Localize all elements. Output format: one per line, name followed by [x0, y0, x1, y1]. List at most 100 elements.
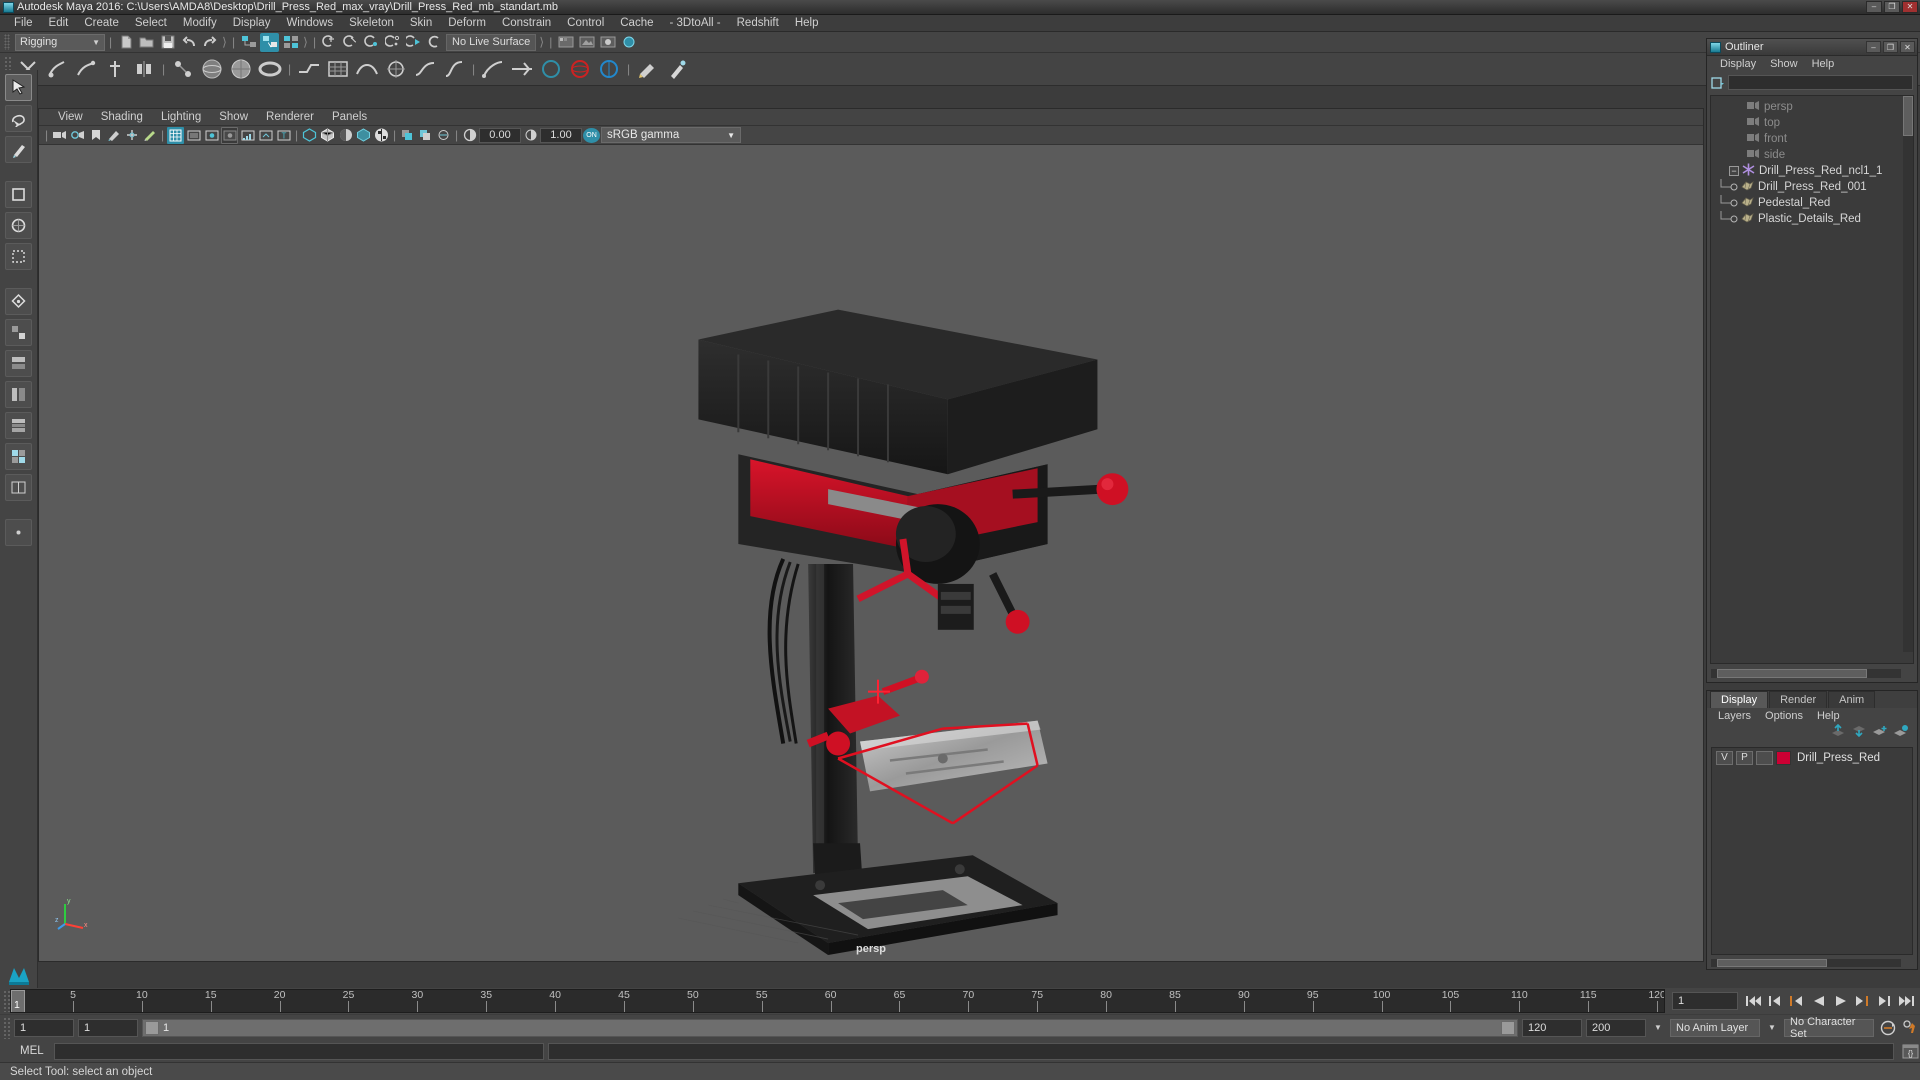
select-object-icon[interactable] [260, 32, 279, 52]
resolution-gate-icon[interactable] [203, 127, 220, 144]
outliner-vertical-scrollbar[interactable] [1903, 96, 1913, 652]
film-gate-icon[interactable] [185, 127, 202, 144]
gamma-value-field[interactable]: 1.00 [540, 127, 582, 143]
mel-command-input[interactable] [54, 1042, 544, 1060]
outliner-search-input[interactable] [1728, 75, 1913, 90]
outliner-close-button[interactable]: ✕ [1900, 41, 1915, 53]
menu-item-control[interactable]: Control [559, 15, 612, 32]
exposure-icon[interactable] [461, 127, 478, 144]
menu-item-create[interactable]: Create [76, 15, 127, 32]
move-layer-down-icon[interactable] [1851, 724, 1867, 741]
animation-start-time-field[interactable]: 1 [14, 1018, 74, 1037]
step-forward-key-icon[interactable] [1853, 992, 1872, 1011]
auto-keyframe-toggle-icon[interactable] [1878, 1018, 1897, 1037]
wireframe-shading-icon[interactable] [301, 127, 318, 144]
gamma-icon[interactable] [522, 127, 539, 144]
layer-menu-help[interactable]: Help [1810, 710, 1847, 722]
layer-list[interactable]: V P Drill_Press_Red [1711, 747, 1913, 955]
range-slider-bar[interactable]: 1 [142, 1018, 1518, 1037]
ik-handle-tool-icon[interactable] [44, 56, 70, 82]
make-live-icon[interactable] [425, 33, 444, 52]
outliner-item-plastic-details-red[interactable]: Plastic_Details_Red [1711, 211, 1913, 227]
outliner-item-pedestal-red[interactable]: Pedestal_Red [1711, 195, 1913, 211]
go-to-start-icon[interactable] [1743, 992, 1762, 1011]
current-frame-field[interactable]: 1 [1672, 992, 1738, 1010]
save-scene-icon[interactable] [158, 33, 177, 52]
time-slider-cursor[interactable]: 1 [11, 990, 25, 1012]
menu-item-display[interactable]: Display [225, 15, 279, 32]
outliner-item-front[interactable]: front [1711, 131, 1913, 147]
exposure-control-icon[interactable] [239, 127, 256, 144]
outliner-item-drill-press-red-ncl1-1[interactable]: − Drill_Press_Red_ncl1_1 [1711, 163, 1913, 179]
layer-hscroll-thumb[interactable] [1717, 959, 1827, 967]
viewport-menu-renderer[interactable]: Renderer [257, 111, 323, 123]
paint-tool-icon[interactable] [664, 56, 690, 82]
menu-item-skin[interactable]: Skin [402, 15, 440, 32]
undo-icon[interactable] [179, 33, 198, 52]
menu-item-deform[interactable]: Deform [440, 15, 494, 32]
close-button[interactable]: ✕ [1902, 1, 1918, 13]
playback-end-time-field[interactable]: 120 [1522, 1018, 1582, 1037]
outliner-menu-help[interactable]: Help [1805, 58, 1842, 70]
menu-item-windows[interactable]: Windows [278, 15, 341, 32]
cluster-deformer-icon[interactable] [296, 56, 322, 82]
blendshape-icon[interactable] [354, 56, 380, 82]
menu-item-cache[interactable]: Cache [612, 15, 661, 32]
go-to-end-icon[interactable] [1897, 992, 1916, 1011]
outliner-menu-show[interactable]: Show [1763, 58, 1805, 70]
outliner-tree[interactable]: persp top front side − Drill_Press_Red_ncl1_1… [1710, 95, 1914, 664]
menu-item-select[interactable]: Select [127, 15, 175, 32]
snap-grid-icon[interactable] [320, 33, 339, 52]
outliner-minimize-button[interactable]: – [1866, 41, 1881, 53]
shadows-icon[interactable] [399, 127, 416, 144]
wrap-deformer-icon[interactable] [383, 56, 409, 82]
layer-playback-toggle[interactable]: P [1736, 750, 1753, 765]
curve-tool-icon[interactable] [480, 56, 506, 82]
hardware-texture-icon[interactable] [355, 127, 372, 144]
statusline-grip[interactable] [4, 34, 10, 50]
select-camera-icon[interactable] [51, 127, 68, 144]
show-manipulator-tool[interactable] [5, 319, 32, 346]
new-scene-icon[interactable] [116, 33, 135, 52]
time-slider-grip[interactable] [3, 990, 10, 1012]
scale-tool[interactable] [5, 243, 32, 270]
mirror-joint-icon[interactable] [131, 56, 157, 82]
viewport-canvas[interactable]: y x z persp [39, 145, 1703, 961]
render-settings-icon[interactable] [598, 33, 617, 52]
ao-icon[interactable] [417, 127, 434, 144]
outliner-item-drill-press-red-001[interactable]: Drill_Press_Red_001 [1711, 179, 1913, 195]
2d-pan-zoom-icon[interactable] [123, 127, 140, 144]
playback-start-time-field[interactable]: 1 [78, 1018, 138, 1037]
character-set-selector[interactable]: No Character Set [1784, 1016, 1874, 1040]
outliner-hscroll-thumb[interactable] [1717, 669, 1867, 678]
insert-joint-tool-icon[interactable] [102, 56, 128, 82]
step-forward-frame-icon[interactable] [1875, 992, 1894, 1011]
script-editor-icon[interactable]: {} [1900, 1042, 1920, 1060]
snap-point-icon[interactable] [362, 33, 381, 52]
paint-weights-icon[interactable] [635, 56, 661, 82]
maximize-button[interactable]: ❐ [1884, 1, 1900, 13]
redo-icon[interactable] [200, 33, 219, 52]
select-tool[interactable] [5, 74, 32, 101]
time-slider-track[interactable]: 1 5 10 15 20 25 30 35 40 45 50 55 60 65 70 75 80 85 90 95 1… [10, 989, 1665, 1013]
layer-tab-render[interactable]: Render [1769, 691, 1828, 708]
snap-curve-icon[interactable] [341, 33, 360, 52]
bind-skin-icon[interactable] [170, 56, 196, 82]
redshift-render-icon[interactable] [619, 33, 638, 52]
animation-end-time-field[interactable]: 200 [1586, 1018, 1646, 1037]
toolbox-grid-1[interactable] [5, 350, 32, 377]
layer-row[interactable]: V P Drill_Press_Red [1712, 748, 1912, 765]
character-set-chevron-icon[interactable]: ▼ [1764, 1019, 1780, 1037]
play-backwards-icon[interactable] [1809, 992, 1828, 1011]
ball-mesh-icon[interactable] [228, 56, 254, 82]
paint-select-tool[interactable] [5, 136, 32, 163]
outliner-item-side[interactable]: side [1711, 147, 1913, 163]
menu-item-constrain[interactable]: Constrain [494, 15, 559, 32]
outliner-scroll-thumb[interactable] [1903, 96, 1913, 136]
camera-attributes-icon[interactable] [69, 127, 86, 144]
toolbox-grid-3[interactable] [5, 412, 32, 439]
menu-item-skeleton[interactable]: Skeleton [341, 15, 402, 32]
viewport-menu-shading[interactable]: Shading [92, 111, 152, 123]
layer-menu-layers[interactable]: Layers [1711, 710, 1758, 722]
rotate-tool[interactable] [5, 212, 32, 239]
